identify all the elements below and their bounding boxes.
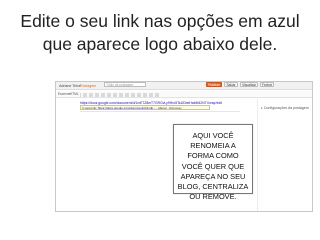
align-icon[interactable]: [143, 92, 147, 97]
font-icon[interactable]: [95, 92, 99, 97]
save-button[interactable]: Salvar: [224, 82, 238, 87]
text-color-icon[interactable]: [119, 92, 123, 97]
post-title-input[interactable]: Título da postagem: [104, 82, 146, 87]
tab-compose[interactable]: Escrever: [58, 92, 71, 97]
editor-divider: [80, 111, 240, 112]
list-icon[interactable]: [149, 92, 153, 97]
slide-title-line-1: Edite o seu link nas opções em azul: [20, 11, 300, 31]
link-popup-prefix: Ir para link:: [82, 106, 97, 110]
user-name[interactable]: Adriane Teixe: [59, 82, 81, 90]
link-popup-actions[interactable]: · Alterar · Remover: [156, 106, 181, 109]
expand-triangle-icon: ▸: [261, 106, 263, 110]
link-popup-url[interactable]: https://docs.google.com/document/d/1vrE.…: [98, 106, 156, 109]
post-settings-sidebar: ▸ Configurações da postagem: [257, 99, 312, 211]
post-settings-item[interactable]: ▸ Configurações da postagem: [261, 106, 309, 110]
editor-toolbar: Escrever HTML: [56, 91, 312, 98]
blogger-header: Adriane Teixe Postagem Título da postage…: [56, 82, 312, 90]
undo-icon[interactable]: [83, 92, 87, 97]
tab-html[interactable]: HTML: [70, 92, 79, 97]
redo-icon[interactable]: [89, 92, 93, 97]
slide-title-line-2: que aparece logo abaixo dele.: [42, 34, 278, 54]
link-options-popup: Ir para link: https://docs.google.com/do…: [80, 105, 210, 110]
post-settings-label: Configurações da postagem: [263, 106, 309, 110]
underline-icon[interactable]: [113, 92, 117, 97]
toolbar-divider: [80, 92, 81, 97]
callout-box: AQUI VOCÊ RENOMEIA A FORMA COMO VOCÊ QUE…: [173, 124, 253, 201]
italic-icon[interactable]: [107, 92, 111, 97]
link-icon[interactable]: [125, 92, 129, 97]
preview-button[interactable]: Visualizar: [240, 82, 258, 87]
video-icon[interactable]: [137, 92, 141, 97]
bold-icon[interactable]: [101, 92, 105, 97]
page-label: Postagem: [80, 84, 97, 88]
image-icon[interactable]: [131, 92, 135, 97]
slide-title: Edite o seu link nas opções em azul que …: [0, 10, 320, 56]
close-button[interactable]: Fechar: [260, 82, 274, 87]
publish-button[interactable]: Publicar: [206, 82, 222, 87]
quote-icon[interactable]: [155, 92, 159, 97]
callout-text: AQUI VOCÊ RENOMEIA A FORMA COMO VOCÊ QUE…: [177, 131, 249, 202]
